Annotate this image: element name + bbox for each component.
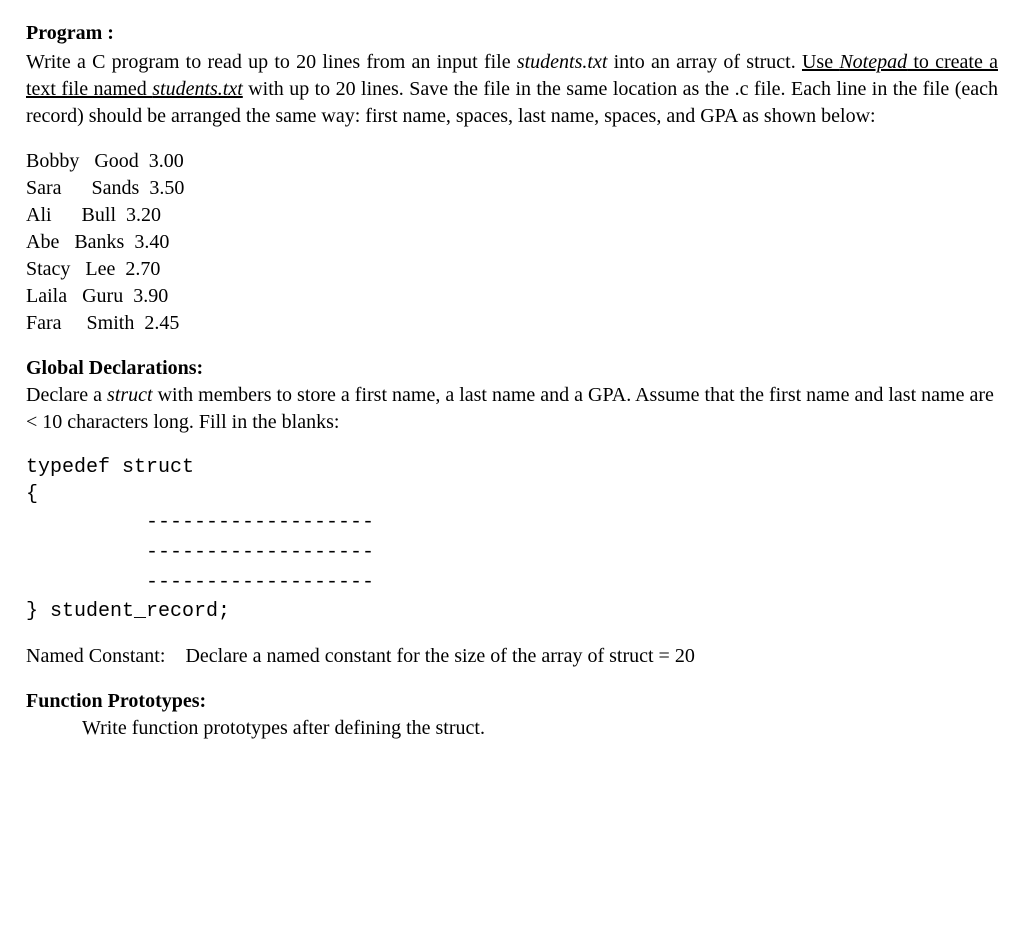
sample-row: Sara Sands 3.50 xyxy=(26,175,998,202)
named-constant-line: Named Constant: Declare a named constant… xyxy=(26,643,998,670)
intro-notepad: Notepad xyxy=(839,51,907,73)
intro-file2: students.txt xyxy=(152,78,243,100)
func-proto-text: Write function prototypes after defining… xyxy=(26,715,998,742)
struct-code-block: typedef struct { ------------------- ---… xyxy=(26,454,998,625)
code-line: typedef struct xyxy=(26,454,998,481)
sample-row: Abe Banks 3.40 xyxy=(26,229,998,256)
section-heading-func-proto: Function Prototypes: xyxy=(26,688,998,715)
code-line: { xyxy=(26,481,998,508)
sample-row: Laila Guru 3.90 xyxy=(26,283,998,310)
intro-t2: into an array of struct. xyxy=(607,51,802,73)
sample-row: Ali Bull 3.20 xyxy=(26,202,998,229)
section-heading-global-decl: Global Declarations: xyxy=(26,355,998,382)
intro-paragraph: Write a C program to read up to 20 lines… xyxy=(26,49,998,130)
function-prototypes-section: Function Prototypes: Write function prot… xyxy=(26,688,998,742)
sample-row: Bobby Good 3.00 xyxy=(26,148,998,175)
code-line: } student_record; xyxy=(26,598,998,625)
intro-u1: Use xyxy=(802,51,839,73)
section-heading-program: Program : xyxy=(26,20,998,47)
intro-file1: students.txt xyxy=(517,51,608,73)
intro-t1: Write a C program to read up to 20 lines… xyxy=(26,51,517,73)
sample-row: Stacy Lee 2.70 xyxy=(26,256,998,283)
gd-struct: struct xyxy=(107,384,153,406)
code-blank: ------------------- xyxy=(26,538,998,568)
code-blank: ------------------- xyxy=(26,508,998,538)
sample-data-block: Bobby Good 3.00 Sara Sands 3.50 Ali Bull… xyxy=(26,148,998,337)
sample-row: Fara Smith 2.45 xyxy=(26,310,998,337)
named-const-text: Declare a named constant for the size of… xyxy=(185,645,694,667)
global-decl-paragraph: Declare a struct with members to store a… xyxy=(26,382,998,436)
gd-t2: with members to store a first name, a la… xyxy=(26,384,994,433)
gd-t1: Declare a xyxy=(26,384,107,406)
global-declarations-section: Global Declarations: Declare a struct wi… xyxy=(26,355,998,436)
code-blank: ------------------- xyxy=(26,568,998,598)
named-const-label: Named Constant: xyxy=(26,645,165,667)
